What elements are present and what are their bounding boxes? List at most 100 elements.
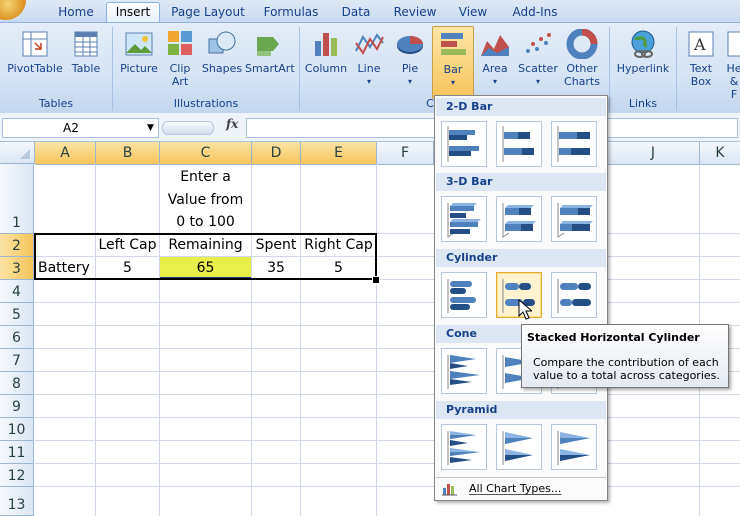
text-box-label: Text Box	[689, 62, 713, 88]
pivottable-button[interactable]: PivotTable	[6, 29, 64, 75]
column-header-a[interactable]: A	[35, 142, 96, 165]
smartart-label: SmartArt	[245, 62, 295, 75]
row-header-6[interactable]: 6	[0, 326, 34, 349]
tab-insert[interactable]: Insert	[106, 2, 160, 22]
clip-art-button[interactable]: Clip Art	[162, 29, 198, 88]
3d-clustered-bar-option[interactable]	[441, 196, 487, 242]
row-header-4[interactable]: 4	[0, 280, 34, 303]
stacked-bar-option[interactable]	[496, 121, 542, 167]
tab-data[interactable]: Data	[334, 3, 378, 22]
100-stacked-horizontal-pyramid-option[interactable]	[551, 424, 597, 470]
column-header-j[interactable]: J	[607, 142, 700, 165]
bar-chart-icon	[441, 33, 466, 55]
row-header-8[interactable]: 8	[0, 372, 34, 395]
picture-icon	[125, 32, 153, 56]
globe-link-icon	[631, 30, 655, 58]
row-header-11[interactable]: 11	[0, 441, 34, 464]
header-footer-icon	[727, 31, 740, 57]
tab-formulas[interactable]: Formulas	[260, 3, 322, 22]
select-all-corner[interactable]	[0, 142, 35, 164]
office-button[interactable]	[0, 0, 26, 20]
3d-100-stacked-bar-option[interactable]	[551, 196, 597, 242]
pie-chart-icon	[397, 36, 423, 54]
row-header-13[interactable]: 13	[0, 487, 34, 516]
gridline	[35, 440, 740, 441]
section-2d-bar: 2-D Bar	[436, 98, 606, 116]
chevron-down-icon[interactable]: ▼	[147, 119, 154, 137]
clustered-bar-option[interactable]	[441, 121, 487, 167]
section-pyramid: Pyramid	[436, 401, 606, 419]
section-3d-bar: 3-D Bar	[436, 173, 606, 191]
area-chart-button[interactable]: Area ▾	[474, 29, 516, 88]
shapes-icon	[208, 31, 236, 54]
select-all-triangle-icon	[20, 149, 30, 159]
tooltip-body-line-2: value to a total across categories.	[533, 369, 720, 382]
table-button[interactable]: Table	[66, 29, 106, 75]
row-header-5[interactable]: 5	[0, 303, 34, 326]
row-header-1[interactable]: 1	[0, 164, 34, 234]
3d-stacked-bar-option[interactable]	[496, 196, 542, 242]
row-header-3[interactable]: 3	[0, 257, 34, 280]
tooltip-title: Stacked Horizontal Cylinder	[527, 331, 700, 344]
column-header-k[interactable]: K	[700, 142, 740, 165]
mouse-cursor-icon	[518, 299, 532, 320]
row-header-2[interactable]: 2	[0, 234, 34, 257]
name-box-value: A2	[63, 121, 79, 135]
tab-review[interactable]: Review	[390, 3, 440, 22]
gridline	[35, 463, 740, 464]
row-header-7[interactable]: 7	[0, 349, 34, 372]
column-header-c[interactable]: C	[160, 142, 252, 165]
illustrations-group-label: Illustrations	[173, 97, 239, 110]
bar-chart-button[interactable]: Bar ▾	[432, 26, 474, 99]
insert-function-icon[interactable]: fx	[226, 117, 238, 131]
stacked-horizontal-pyramid-option[interactable]	[496, 424, 542, 470]
clustered-cone-icon	[447, 355, 480, 389]
chevron-down-icon: ▾	[535, 77, 540, 86]
header-footer-label: He & F	[726, 62, 740, 101]
column-chart-button[interactable]: Column	[304, 29, 348, 75]
smartart-button[interactable]: SmartArt	[245, 29, 295, 75]
clustered-horizontal-cone-option[interactable]	[441, 348, 487, 394]
column-header-e[interactable]: E	[301, 142, 377, 165]
line-label: Line	[357, 62, 381, 75]
pie-chart-button[interactable]: Pie ▾	[390, 29, 430, 88]
shapes-button[interactable]: Shapes	[200, 29, 244, 75]
clustered-bar-icon	[447, 126, 479, 162]
selection-range	[34, 233, 377, 280]
header-footer-button[interactable]: He & F	[724, 29, 740, 101]
row-header-10[interactable]: 10	[0, 418, 34, 441]
clustered-horizontal-pyramid-option[interactable]	[441, 424, 487, 470]
clustered-horizontal-cylinder-option[interactable]	[441, 272, 487, 318]
name-box[interactable]: A2 ▼	[2, 118, 159, 138]
scatter-chart-button[interactable]: Scatter ▾	[516, 29, 560, 88]
fill-handle[interactable]	[372, 276, 380, 284]
formula-bar-resize-handle[interactable]	[162, 121, 214, 135]
3d-100-stacked-bar-icon	[557, 203, 593, 238]
tab-add-ins[interactable]: Add-Ins	[506, 3, 564, 22]
100-stacked-horizontal-cylinder-option[interactable]	[551, 272, 597, 318]
line-chart-button[interactable]: Line ▾	[349, 29, 389, 88]
cell-c1-line-1: Enter a	[180, 169, 231, 185]
bar-label: Bar	[443, 63, 463, 76]
cell-c1[interactable]: Enter a Value from 0 to 100	[160, 166, 251, 234]
text-box-button[interactable]: A Text Box	[680, 29, 722, 88]
scatter-chart-icon	[526, 33, 551, 53]
tab-page-layout[interactable]: Page Layout	[168, 3, 248, 22]
row-header-12[interactable]: 12	[0, 464, 34, 487]
other-charts-button[interactable]: Other Charts	[560, 29, 604, 88]
tab-home[interactable]: Home	[50, 3, 102, 22]
column-header-b[interactable]: B	[96, 142, 160, 165]
smartart-icon	[257, 37, 279, 56]
chevron-down-icon: ▾	[366, 77, 371, 86]
100-stacked-bar-option[interactable]	[551, 121, 597, 167]
row-header-9[interactable]: 9	[0, 395, 34, 418]
cell-c1-line-2: Value from	[167, 191, 244, 208]
all-chart-types-link[interactable]: All Chart Types...	[436, 477, 606, 500]
picture-button[interactable]: Picture	[117, 29, 161, 75]
column-header-d[interactable]: D	[252, 142, 301, 165]
gridline	[35, 302, 740, 303]
bar-chart-gallery: 2-D Bar 3-D Bar Cylinder Cone Pyramid Al…	[434, 95, 608, 501]
column-header-f[interactable]: F	[377, 142, 434, 165]
hyperlink-button[interactable]: Hyperlink	[614, 29, 672, 75]
tab-view[interactable]: View	[452, 3, 494, 22]
